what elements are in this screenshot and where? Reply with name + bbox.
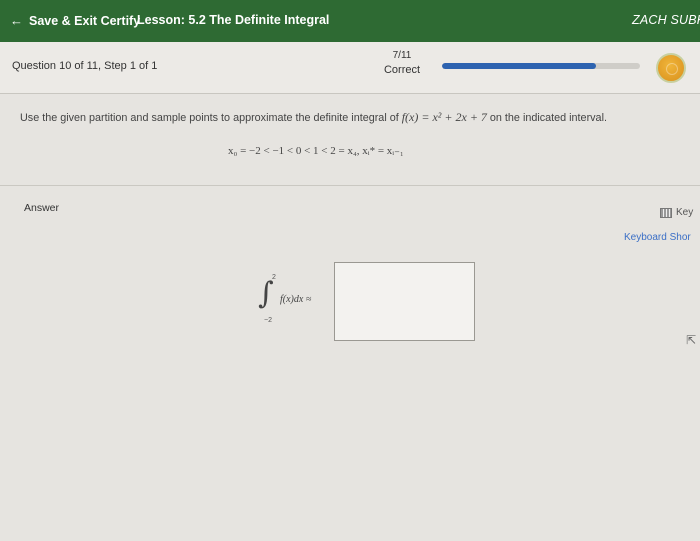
mouse-cursor-icon: ⇱ — [686, 333, 697, 347]
score-summary: 7/11 Correct — [372, 50, 432, 76]
keypad-button[interactable]: Key — [660, 207, 693, 218]
problem-statement: Use the given partition and sample point… — [0, 94, 700, 186]
integral-upper-limit: 2 — [272, 274, 276, 281]
save-exit-button[interactable]: ← Save & Exit Certify — [10, 13, 140, 28]
progress-fill — [442, 63, 597, 69]
answer-input[interactable] — [334, 262, 475, 341]
user-name[interactable]: ZACH SUBKE — [632, 13, 700, 27]
integral-lower-limit: −2 — [264, 317, 272, 324]
question-header: Question 10 of 11, Step 1 of 1 7/11 Corr… — [0, 42, 700, 94]
problem-function: f(x) = x² + 2x + 7 — [401, 110, 487, 124]
integral-sign: ∫ — [258, 276, 274, 311]
question-content: Use the given partition and sample point… — [0, 94, 700, 541]
integral-integrand: f(x)dx ≈ — [280, 294, 312, 305]
back-arrow-icon: ← — [10, 13, 23, 28]
keyboard-shortcuts-link[interactable]: Keyboard Shor — [624, 232, 691, 243]
answer-label: Answer — [24, 202, 60, 214]
problem-text: Use the given partition and sample point… — [20, 110, 607, 125]
problem-text-after: on the indicated interval. — [486, 112, 607, 124]
score-fraction: 7/11 — [392, 50, 412, 61]
keypad-icon — [660, 207, 672, 218]
keypad-label: Key — [676, 207, 694, 218]
score-status: Correct — [383, 64, 421, 76]
progress-bar — [442, 63, 640, 69]
save-exit-label: Save & Exit Certify — [29, 13, 141, 28]
question-title: Question 10 of 11, Step 1 of 1 — [12, 60, 158, 72]
problem-text-before: Use the given partition and sample point… — [20, 112, 402, 124]
achievement-badge-icon[interactable] — [656, 53, 686, 83]
top-bar: ← Save & Exit Certify Lesson: 5.2 The De… — [0, 0, 700, 42]
lesson-title: Lesson: 5.2 The Definite Integral — [137, 13, 330, 27]
partition-expression: x₀ = −2 < −1 < 0 < 1 < 2 = x₄, xᵢ* = xᵢ₋… — [228, 145, 404, 157]
integral-expression: ∫ 2 −2 f(x)dx ≈ — [258, 274, 338, 326]
